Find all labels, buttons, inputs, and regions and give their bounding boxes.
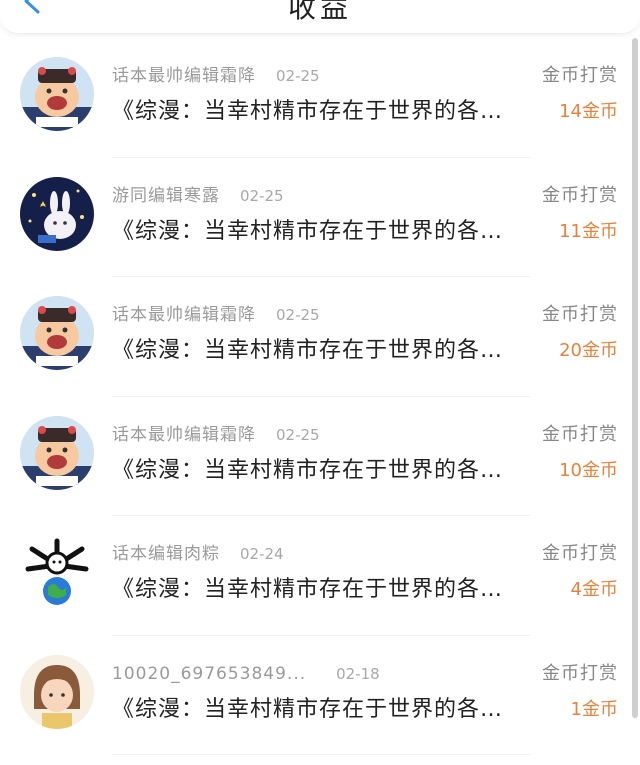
item-date: 02-25 — [240, 186, 284, 205]
bones-earth-icon — [20, 535, 94, 609]
earnings-list: 话本最帅编辑霜降 02-25 《综漫：当幸村精市存在于世界的各… 金币打赏 14金… — [0, 38, 630, 755]
sender-name: 话本最帅编辑霜降 — [112, 305, 256, 325]
book-title: 《综漫：当幸村精市存在于世界的各… — [112, 338, 504, 363]
cartoon-boy-hat-icon — [20, 296, 94, 370]
reward-type: 金币打赏 — [542, 423, 618, 445]
avatar[interactable] — [20, 415, 94, 490]
reward-type: 金币打赏 — [542, 662, 618, 684]
reward-amount: 1金币 — [570, 698, 618, 720]
item-date: 02-25 — [276, 67, 320, 85]
reward-type: 金币打赏 — [542, 543, 618, 564]
item-date: 02-24 — [240, 545, 284, 563]
book-title: 《综漫：当幸村精市存在于世界的各… — [112, 457, 504, 483]
reward-amount: 10金币 — [559, 459, 618, 481]
avatar[interactable] — [20, 535, 94, 609]
page-title: 收益 — [287, 0, 352, 24]
item-meta: 游同编辑寒露 02-25 — [112, 184, 284, 208]
reward-amount: 20金币 — [559, 340, 618, 361]
item-meta: 话本编辑肉粽 02-24 — [112, 542, 284, 566]
sender-name: 话本编辑肉粽 — [112, 544, 220, 564]
header-bar: 收益 — [0, 0, 640, 34]
reward-amount: 11金币 — [559, 220, 618, 242]
list-item[interactable]: 游同编辑寒露 02-25 《综漫：当幸村精市存在于世界的各… 金币打赏 11金币 — [0, 158, 630, 277]
reward-amount: 4金币 — [570, 579, 618, 600]
sender-name: 话本最帅编辑霜降 — [112, 66, 256, 86]
item-date: 02-25 — [276, 425, 320, 444]
list-item[interactable]: 话本最帅编辑霜降 02-25 《综漫：当幸村精市存在于世界的各… 金币打赏 14金… — [0, 38, 630, 158]
item-date: 02-18 — [336, 664, 380, 683]
item-date: 02-25 — [276, 306, 320, 324]
item-meta: 话本最帅编辑霜降 02-25 — [112, 423, 320, 447]
item-meta: 话本最帅编辑霜降 02-25 — [112, 64, 320, 88]
sender-name: 10020_697653849... — [112, 663, 307, 684]
night-bunny-icon — [20, 176, 94, 251]
avatar[interactable] — [20, 654, 94, 729]
list-item[interactable]: 10020_697653849... 02-18 《综漫：当幸村精市存在于世界的各… — [0, 636, 630, 755]
list-item[interactable]: 话本最帅编辑霜降 02-25 《综漫：当幸村精市存在于世界的各… 金币打赏 10金… — [0, 397, 630, 516]
reward-amount: 14金币 — [559, 101, 618, 122]
book-title: 《综漫：当幸村精市存在于世界的各… — [112, 99, 504, 124]
scrollbar[interactable] — [632, 38, 638, 718]
divider — [112, 754, 530, 755]
avatar[interactable] — [20, 176, 94, 251]
cartoon-boy-hat-icon — [20, 415, 94, 490]
list-item[interactable]: 话本最帅编辑霜降 02-25 《综漫：当幸村精市存在于世界的各… 金币打赏 20金… — [0, 277, 630, 397]
reward-type: 金币打赏 — [542, 304, 618, 325]
item-meta: 10020_697653849... 02-18 — [112, 662, 380, 686]
avatar[interactable] — [20, 57, 94, 131]
sender-name: 游同编辑寒露 — [112, 185, 220, 206]
item-meta: 话本最帅编辑霜降 02-25 — [112, 303, 320, 327]
list-item[interactable]: 话本编辑肉粽 02-24 《综漫：当幸村精市存在于世界的各… 金币打赏 4金币 — [0, 516, 630, 636]
reward-type: 金币打赏 — [542, 65, 618, 86]
girl-bob-hair-icon — [20, 654, 94, 729]
cartoon-boy-hat-icon — [20, 57, 94, 131]
book-title: 《综漫：当幸村精市存在于世界的各… — [112, 696, 504, 722]
avatar[interactable] — [20, 296, 94, 370]
sender-name: 话本最帅编辑霜降 — [112, 424, 256, 445]
reward-type: 金币打赏 — [542, 184, 618, 206]
book-title: 《综漫：当幸村精市存在于世界的各… — [112, 218, 504, 244]
book-title: 《综漫：当幸村精市存在于世界的各… — [112, 577, 504, 602]
